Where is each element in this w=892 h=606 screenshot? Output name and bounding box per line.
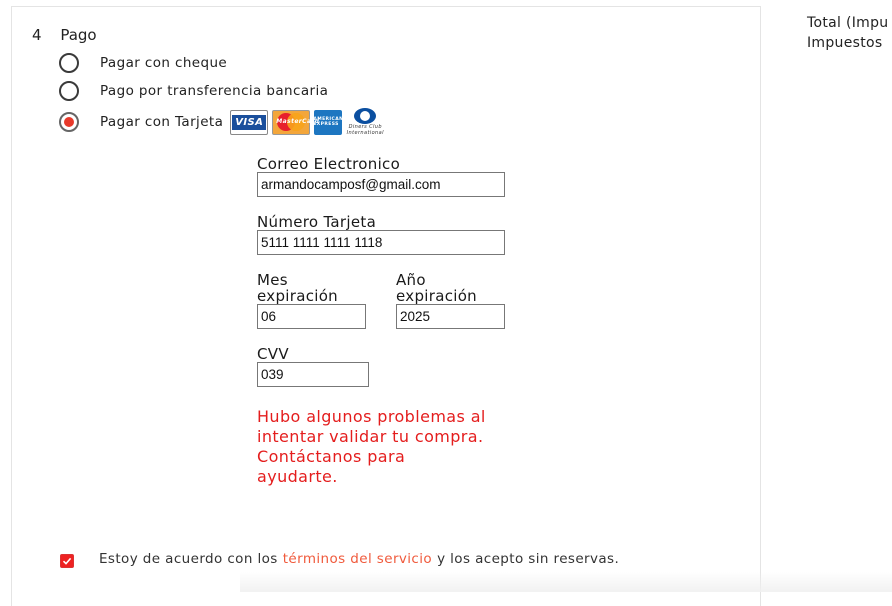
summary-total-label: Total (Impu <box>807 15 889 31</box>
mastercard-text: MasterCard <box>276 118 320 125</box>
month-label: Mes expiración <box>257 272 338 304</box>
card-number-field[interactable] <box>257 230 505 255</box>
step-title: Pago <box>60 26 97 44</box>
payment-option-label: Pagar con cheque <box>100 55 228 71</box>
email-field[interactable] <box>257 172 505 197</box>
year-field[interactable] <box>396 304 505 329</box>
radio-cheque[interactable] <box>59 53 79 73</box>
email-label: Correo Electronico <box>257 155 401 173</box>
mastercard-logo-icon: MasterCard <box>272 109 320 135</box>
radio-transfer[interactable] <box>59 81 79 101</box>
month-label-line1: Mes <box>257 271 288 289</box>
payment-option-cheque[interactable]: Pagar con cheque <box>59 53 227 73</box>
terms-row: Estoy de acuerdo con los términos del se… <box>60 551 620 568</box>
year-label-line2: expiración <box>396 287 477 305</box>
diners-text: Diners Club International <box>346 124 384 136</box>
payment-option-card[interactable]: Pagar con Tarjeta VISA MasterCard AMERIC… <box>59 107 384 137</box>
visa-logo-icon: VISA <box>230 109 269 135</box>
terms-prefix: Estoy de acuerdo con los <box>99 551 278 567</box>
order-summary: Total (Impu Impuestos <box>807 13 888 53</box>
payment-option-transfer[interactable]: Pago por transferencia bancaria <box>59 81 328 101</box>
visa-text: VISA <box>232 114 267 130</box>
card-number-label: Número Tarjeta <box>257 213 377 231</box>
terms-suffix: y los acepto sin reservas. <box>437 551 620 567</box>
terms-link[interactable]: términos del servicio <box>283 551 432 567</box>
payment-option-label: Pago por transferencia bancaria <box>100 83 329 99</box>
cvv-label: CVV <box>257 345 289 363</box>
payment-option-label: Pagar con Tarjeta <box>100 114 224 130</box>
year-label: Año expiración <box>396 272 477 304</box>
summary-taxes-label: Impuestos <box>807 35 883 51</box>
cvv-field[interactable] <box>257 362 369 387</box>
error-line: Hubo algunos problemas al <box>257 407 486 426</box>
terms-checkbox[interactable] <box>60 554 74 568</box>
error-line: intentar validar tu compra. <box>257 427 484 446</box>
check-icon <box>62 557 72 565</box>
error-line: ayudarte. <box>257 467 338 486</box>
year-label-line1: Año <box>396 271 426 289</box>
month-label-line2: expiración <box>257 287 338 305</box>
step-number: 4 <box>32 26 42 44</box>
diners-logo-icon: Diners Club International <box>346 107 384 137</box>
step-header: 4 Pago <box>32 26 97 44</box>
error-line: Contáctanos para <box>257 447 406 466</box>
card-logos: VISA MasterCard AMERICAN EXPRESS Diners … <box>230 107 384 137</box>
month-field[interactable] <box>257 304 366 329</box>
error-message: Hubo algunos problemas al intentar valid… <box>257 407 507 487</box>
radio-card[interactable] <box>59 112 79 132</box>
footer-shadow <box>240 572 892 592</box>
